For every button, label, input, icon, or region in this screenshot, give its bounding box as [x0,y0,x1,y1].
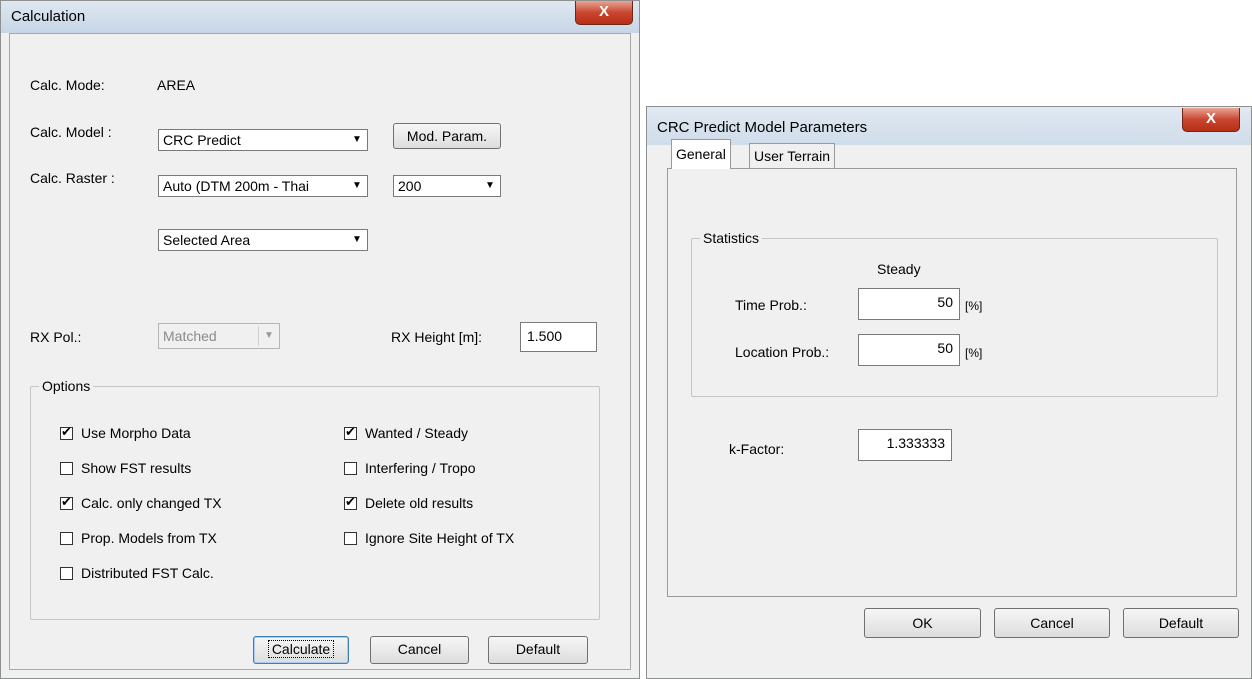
checkbox-box[interactable] [60,566,73,580]
delete-old-results-checkbox[interactable]: ✔ Delete old results [344,494,473,512]
calculate-button[interactable]: Calculate [253,636,349,664]
checkbox-label: Show FST results [81,460,192,477]
area-select[interactable]: Selected Area ▼ [158,229,368,251]
use-morpho-data-checkbox[interactable]: ✔ Use Morpho Data [60,424,191,442]
calc-model-label: Calc. Model : [30,124,112,140]
close-icon: X [598,3,609,20]
calc-mode-label: Calc. Mode: [30,77,105,93]
calc-model-select[interactable]: CRC Predict ▼ [158,129,368,151]
k-factor-input[interactable]: 1.333333 [858,429,952,461]
steady-header: Steady [877,261,921,277]
checkbox-label: Interfering / Tropo [365,460,476,477]
chevron-down-icon[interactable]: ▼ [347,230,367,250]
checkbox-box[interactable]: ✔ [60,425,73,440]
time-prob-input[interactable]: 50 [858,288,960,320]
checkbox-box[interactable] [344,531,357,545]
model-default-button[interactable]: Default [1123,608,1239,638]
rx-pol-label: RX Pol.: [30,329,82,345]
calc-raster-selected: Auto (DTM 200m - Thai [163,178,310,194]
calc-raster-select[interactable]: Auto (DTM 200m - Thai ▼ [158,175,368,197]
checkbox-label: Delete old results [365,495,474,512]
checkbox-label: Calc. only changed TX [81,495,222,512]
wanted-steady-checkbox[interactable]: ✔ Wanted / Steady [344,424,468,442]
time-prob-label: Time Prob.: [735,297,807,313]
ok-button[interactable]: OK [864,608,981,638]
show-fst-results-checkbox[interactable]: Show FST results [60,459,191,477]
cancel-label: Cancel [397,641,442,657]
calculation-dialog: Calculation X Calc. Mode: AREA Calc. Mod… [0,0,640,679]
prop-models-from-tx-checkbox[interactable]: Prop. Models from TX [60,529,217,547]
chevron-down-icon[interactable]: ▼ [347,176,367,196]
checkbox-box[interactable] [60,461,73,475]
tab-general[interactable]: General [671,139,731,169]
calculation-title: Calculation [11,8,86,25]
ignore-site-height-checkbox[interactable]: Ignore Site Height of TX [344,529,514,547]
default-label: Default [1158,615,1204,631]
calculation-titlebar[interactable]: Calculation X [1,1,639,33]
options-title: Options [39,378,94,394]
statistics-title: Statistics [700,230,763,246]
calculation-client-area: Calc. Mode: AREA Calc. Model : CRC Predi… [9,33,631,670]
area-selected: Selected Area [163,232,251,248]
checkbox-label: Use Morpho Data [81,425,191,442]
checkbox-box[interactable]: ✔ [344,425,357,440]
checkbox-box[interactable] [344,461,357,475]
checkbox-label: Prop. Models from TX [81,530,217,547]
raster-size-selected: 200 [398,178,422,194]
rx-pol-select: Matched ▼ [158,323,280,349]
calc-cancel-button[interactable]: Cancel [370,636,469,664]
tab-general-label: General [676,146,726,162]
rx-height-input[interactable]: 1.500 [520,322,597,352]
checkbox-label: Distributed FST Calc. [81,565,214,582]
raster-size-select[interactable]: 200 ▼ [393,175,501,197]
checkbox-label: Ignore Site Height of TX [365,530,515,547]
chevron-down-icon[interactable]: ▼ [347,130,367,150]
time-prob-unit: [%] [965,299,983,313]
calc-default-button[interactable]: Default [488,636,588,664]
checkbox-box[interactable] [60,531,73,545]
default-label: Default [515,641,561,657]
location-prob-unit: [%] [965,346,983,360]
location-prob-label: Location Prob.: [735,344,830,360]
checkbox-label: Wanted / Steady [365,425,468,442]
checkbox-box[interactable]: ✔ [344,495,357,510]
general-tab-panel: Statistics Steady Time Prob.: 50 [%] Loc… [667,168,1237,597]
model-parameters-dialog: CRC Predict Model Parameters X General U… [646,106,1252,679]
rx-height-label: RX Height [m]: [391,329,483,345]
mod-param-label: Mod. Param. [406,128,488,144]
calc-mode-value: AREA [157,77,196,93]
location-prob-input[interactable]: 50 [858,334,960,366]
mod-param-button[interactable]: Mod. Param. [393,123,501,149]
calc-raster-label: Calc. Raster : [30,170,115,186]
chevron-down-icon[interactable]: ▼ [480,176,500,196]
interfering-tropo-checkbox[interactable]: Interfering / Tropo [344,459,476,477]
tab-user-terrain-label: User Terrain [754,148,830,164]
calc-model-selected: CRC Predict [163,132,241,148]
tab-user-terrain[interactable]: User Terrain [749,143,835,168]
calculate-label: Calculate [267,640,335,658]
k-factor-label: k-Factor: [729,441,785,457]
checkbox-box[interactable]: ✔ [60,495,73,510]
chevron-down-icon: ▼ [258,326,279,346]
calc-only-changed-tx-checkbox[interactable]: ✔ Calc. only changed TX [60,494,222,512]
calculation-close-button[interactable]: X [575,1,633,25]
rx-pol-selected: Matched [163,328,217,344]
cancel-label: Cancel [1030,615,1074,631]
ok-label: OK [912,615,933,631]
model-cancel-button[interactable]: Cancel [994,608,1110,638]
distributed-fst-calc-checkbox[interactable]: Distributed FST Calc. [60,564,214,582]
model-parameters-client: General User Terrain Statistics Steady T… [647,107,1251,678]
